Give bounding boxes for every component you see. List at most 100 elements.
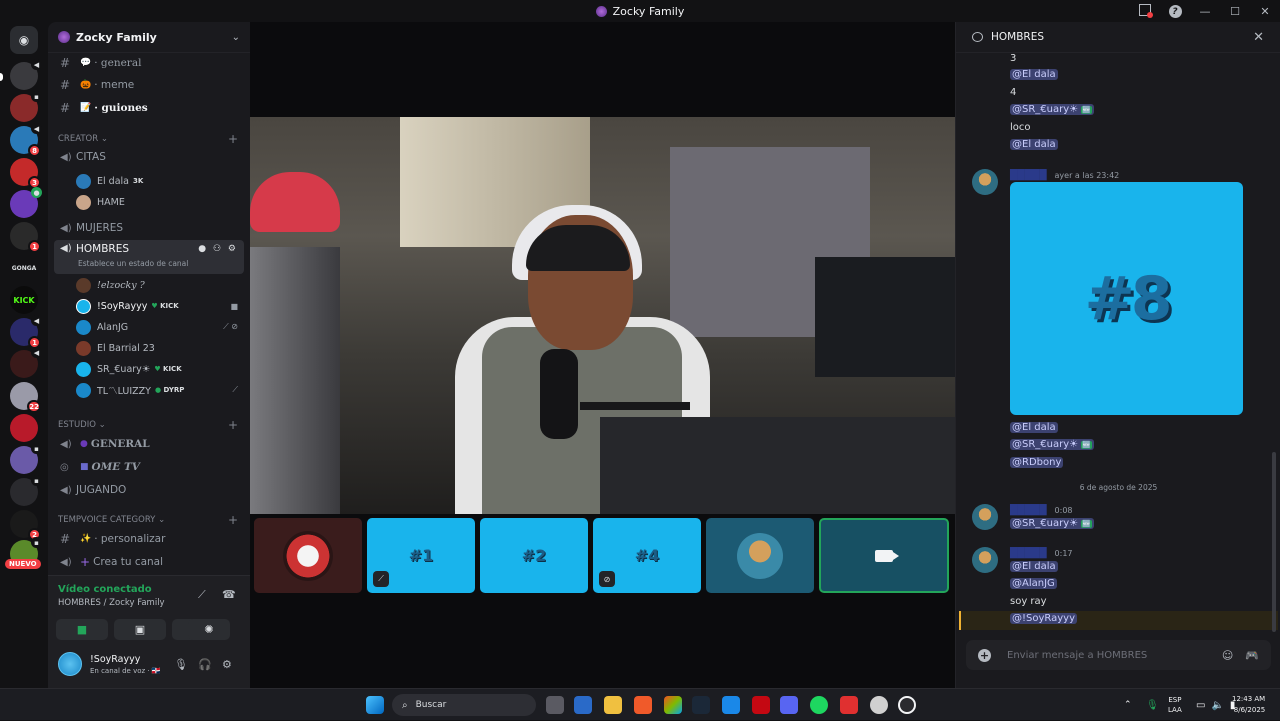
guild-gonga[interactable]: GONGA [10,254,38,282]
participant-tile[interactable]: #2 [480,518,588,593]
inbox-icon[interactable] [1130,3,1160,19]
voice-user[interactable]: !elzocky ? [76,275,242,295]
guild-icon[interactable] [10,414,38,442]
guild-icon[interactable]: 1 [10,222,41,253]
voice-channel-general[interactable]: ◀) ● GENERAL [54,434,244,454]
voice-channel-citas[interactable]: ◀) CITAS [54,147,244,167]
mic-tray-icon[interactable]: 🎙 [1146,689,1159,721]
participant-tile[interactable]: #4 ⊘ [593,518,701,593]
voice-location[interactable]: HOMBRES / Zocky Family [58,598,165,608]
self-video-tile[interactable] [819,518,949,593]
close-button[interactable]: ✕ [1250,5,1280,18]
windows-start-icon[interactable] [366,696,384,714]
user-avatar[interactable] [58,652,82,676]
steam-icon[interactable] [692,696,710,714]
store-icon[interactable] [574,696,592,714]
task-view-icon[interactable] [546,696,564,714]
app-icon[interactable] [722,696,740,714]
add-channel-icon[interactable]: + [228,418,238,432]
avatar [76,194,91,210]
add-channel-icon[interactable]: + [228,513,238,527]
voice-user[interactable]: El Barrial 23 [76,338,242,358]
disconnect-icon[interactable]: ☎ [222,588,236,601]
guild-icon[interactable]: ▪ [10,91,42,122]
voice-user[interactable]: El dala 3K [76,171,242,191]
maximize-button[interactable]: ☐ [1220,5,1250,18]
channel-meme[interactable]: # 🎃 · meme [54,75,244,95]
app-icon[interactable] [840,696,858,714]
add-channel-icon[interactable]: + [228,132,238,146]
camera-button[interactable]: ■ [56,619,108,640]
participant-tile[interactable] [706,518,814,593]
voice-channel-ometv[interactable]: ◎ ■ OME TV [54,457,244,477]
voice-status[interactable]: Vídeo conectado [58,584,152,595]
soundboard-button[interactable]: ✺ [188,619,230,640]
netflix-icon[interactable] [752,696,770,714]
settings-icon[interactable]: ⚙ [222,658,232,671]
chrome-icon[interactable] [870,696,888,714]
participant-tile[interactable] [254,518,362,593]
guild-icon[interactable]: ◀ 1 [10,315,42,349]
voice-channel-crea[interactable]: ◀) + Crea tu canal [54,552,244,572]
participant-tile[interactable]: #1 ⟋ [367,518,475,593]
help-icon[interactable]: ? [1160,4,1190,19]
guild-icon[interactable]: ◀ [10,347,42,378]
guild-icon[interactable]: ▪ [10,475,42,506]
server-header[interactable]: Zocky Family ⌄ [48,22,250,53]
chevron-down-icon[interactable]: ⌄ [232,32,240,43]
category-tempvoice[interactable]: TEMPVOICE CATEGORY ⌄ + [58,513,244,527]
channel-actions-icons[interactable]: ● ⚇ ⚙ [198,244,238,254]
brave-icon[interactable] [634,696,652,714]
channel-guiones[interactable]: # 📝 · guiones [54,98,244,118]
gamepad-icon[interactable]: 🎮 [1245,649,1259,662]
headphones-icon[interactable]: 🎧 [198,658,212,671]
guild-icon[interactable]: ◀ [10,59,42,90]
discord-home-icon[interactable]: ◉ [10,26,38,54]
noise-suppression-icon[interactable]: ⟋ [198,588,206,602]
voice-user[interactable]: HAME [76,192,242,212]
chat-scrollbar[interactable] [1272,452,1276,632]
focused-video-stream[interactable] [250,117,955,514]
guild-icon[interactable]: ◀ 8 [10,123,42,157]
avatar[interactable] [972,169,998,195]
chat-header: HOMBRES ✕ [956,22,1280,53]
clock[interactable]: 12:43 AM 8/6/2025 [1232,689,1265,721]
voice-channel-jugando[interactable]: ◀) JUGANDO [54,480,244,500]
voice-user[interactable]: !SoyRayyy ♥ KICK ■ [76,296,242,316]
taskbar-search[interactable]: ⌕ Buscar [392,694,536,716]
app-icon[interactable] [898,696,916,714]
close-icon[interactable]: ✕ [1253,30,1264,45]
screen-share-button[interactable]: ▣ [114,619,166,640]
category-estudio[interactable]: ESTUDIO ⌄ + [58,418,244,432]
message-input[interactable]: Enviar mensaje a HOMBRES [1007,650,1210,661]
voice-channel-mujeres[interactable]: ◀) MUJERES [54,218,244,238]
discord-icon[interactable] [780,696,798,714]
minimize-button[interactable]: — [1190,5,1220,18]
system-tray-icons[interactable]: ▭ 🔈 ▮ [1196,689,1235,721]
category-creator[interactable]: CREATOR ⌄ + [58,132,244,146]
image-attachment[interactable]: #8 [1010,182,1243,415]
voice-user[interactable]: TL〽LUIZZY ● DYRP ⟋ [76,380,242,400]
avatar[interactable] [972,547,998,573]
guild-icon[interactable]: 2 [10,510,41,541]
guild-icon[interactable]: ● [10,187,42,218]
avatar[interactable] [972,504,998,530]
voice-channel-hombres[interactable]: ◀) HOMBRES Establece un estado de canal ●… [54,240,244,274]
tray-overflow-icon[interactable]: ⌃ [1124,689,1132,721]
spotify-icon[interactable] [810,696,828,714]
voice-user[interactable]: SR_€uary☀ ♥ KICK [76,359,242,379]
guild-icon[interactable]: ▪ [10,443,42,474]
channel-general[interactable]: # 💬 · general [54,53,244,73]
add-attachment-icon[interactable]: + [978,648,991,662]
guild-icon[interactable]: 3 [10,158,41,189]
language-indicator[interactable]: ESP LAA [1168,689,1182,721]
server-list: ◉ ◀ ▪ ◀ 8 3 ● 1 GONGA KICK ◀ 1 ◀ 22 ▪ ▪ 2 … [0,22,48,688]
voice-user[interactable]: AlanJG ⟋ ⊘ [76,317,242,337]
guild-kick[interactable]: KICK [10,286,38,314]
emoji-icon[interactable]: ☺ [1222,649,1233,662]
microphone-icon[interactable]: 🎙 [174,658,188,671]
copilot-icon[interactable] [664,696,682,714]
channel-personalizar[interactable]: # ✨ · personalizar [54,529,244,549]
file-explorer-icon[interactable] [604,696,622,714]
guild-icon[interactable]: 22 [10,382,41,413]
